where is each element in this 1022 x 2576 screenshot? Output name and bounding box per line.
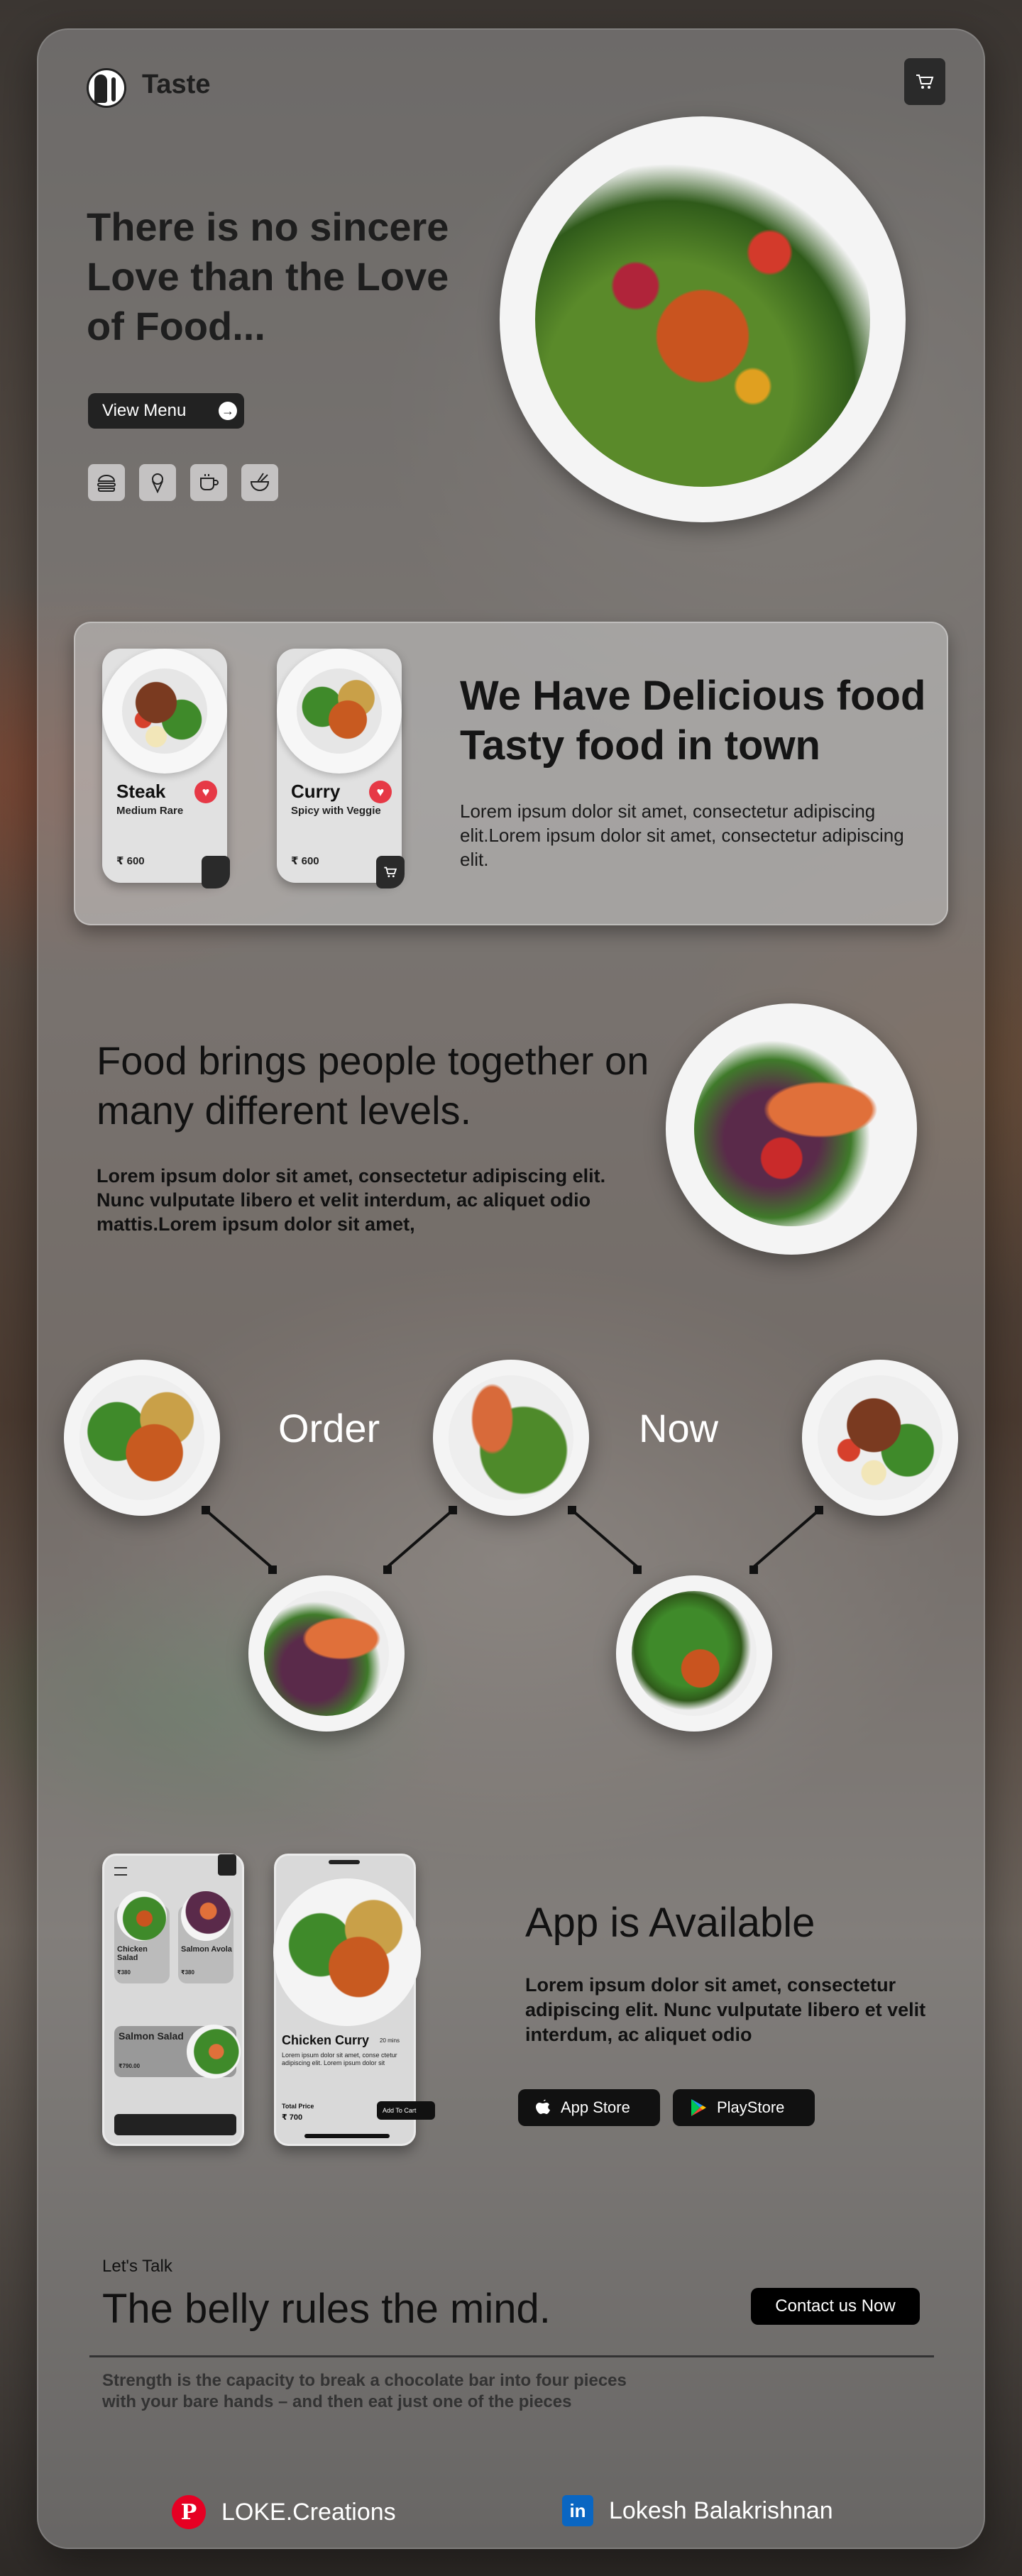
together-title: Food brings people together on many diff… xyxy=(97,1038,649,1133)
phone-add-to-cart-button: Add To Cart xyxy=(377,2101,435,2120)
pinterest-icon: P xyxy=(172,2495,206,2529)
phone-detail-desc: Lorem ipsum dolor sit amet, conse ctetur… xyxy=(282,2052,397,2066)
linkedin-handle: Lokesh Balakrishnan xyxy=(609,2497,833,2524)
phone-item-card: Salmon Avola ₹380 xyxy=(178,1891,233,1983)
salmon-plate-image xyxy=(666,1003,917,1255)
card-corner-tab[interactable] xyxy=(202,856,230,888)
logo-icon[interactable] xyxy=(87,68,126,108)
hero-title: There is no sincere Love than the Love o… xyxy=(87,204,449,348)
phone-featured-card: Salmon Salad ₹790.00 xyxy=(114,2025,241,2079)
talk-body: Strength is the capacity to break a choc… xyxy=(102,2371,627,2411)
phone-detail-time: 20 mins xyxy=(380,2037,400,2044)
steak-plate-image xyxy=(102,649,227,774)
cart-icon xyxy=(218,1854,236,1876)
play-store-icon xyxy=(691,2099,706,2116)
divider xyxy=(89,2355,934,2357)
ice-cream-icon xyxy=(152,473,163,493)
phone-item-card: Chicken Salad ₹380 xyxy=(114,1891,170,1983)
salmon-salad-plate-image xyxy=(500,116,906,522)
app-store-button[interactable]: App Store xyxy=(518,2089,660,2126)
brand-name: Taste xyxy=(142,70,211,99)
add-to-cart-button[interactable] xyxy=(376,856,405,888)
category-noodles-button[interactable] xyxy=(241,464,278,501)
connector-dot xyxy=(383,1565,392,1574)
app-store-label: App Store xyxy=(561,2098,630,2116)
noodles-icon xyxy=(250,473,270,491)
pinterest-link[interactable]: P LOKE.Creations xyxy=(172,2495,396,2529)
order-plate-salmon[interactable] xyxy=(248,1575,405,1732)
cart-icon xyxy=(384,866,397,878)
contact-us-button[interactable]: Contact us Now xyxy=(751,2288,920,2325)
card-price: ₹ 600 xyxy=(116,855,145,867)
connector-line xyxy=(385,1509,454,1569)
card-subtitle: Medium Rare xyxy=(116,805,184,817)
card-title: Steak xyxy=(116,781,166,802)
delicious-title: We Have Delicious food Tasty food in tow… xyxy=(460,673,926,769)
linkedin-icon: in xyxy=(562,2495,593,2526)
pinterest-handle: LOKE.Creations xyxy=(221,2498,396,2526)
phone-item-name: Salmon Avola xyxy=(181,1945,232,1954)
app-body: Lorem ipsum dolor sit amet, consectetur … xyxy=(525,1974,926,2045)
connector-line xyxy=(752,1509,820,1569)
order-plate-salad[interactable] xyxy=(616,1575,772,1732)
arrow-right-icon: → xyxy=(219,402,237,420)
linkedin-link[interactable]: in Lokesh Balakrishnan xyxy=(562,2495,833,2526)
connector-dot xyxy=(749,1565,758,1574)
phone-featured-price: ₹790.00 xyxy=(119,2063,141,2069)
phone-item-name: Chicken Salad xyxy=(117,1945,148,1962)
curry-plate-image xyxy=(277,649,402,774)
order-plate-steak[interactable] xyxy=(802,1360,958,1516)
favorite-heart-icon[interactable]: ♥ xyxy=(194,781,217,803)
card-price: ₹ 600 xyxy=(291,855,319,867)
order-word: Order xyxy=(278,1406,380,1451)
steak-card[interactable]: Steak Medium Rare ₹ 600 ♥ xyxy=(102,649,230,888)
phone-bottom-nav xyxy=(114,2114,236,2135)
play-store-label: PlayStore xyxy=(717,2098,785,2116)
connector-line xyxy=(571,1509,639,1569)
coffee-icon xyxy=(200,474,219,490)
phone-item-price: ₹380 xyxy=(181,1969,194,1976)
curry-card[interactable]: Curry Spicy with Veggie ₹ 600 ♥ xyxy=(277,649,405,888)
order-plate-curry[interactable] xyxy=(64,1360,220,1516)
burger-icon xyxy=(97,475,116,492)
lets-talk-label: Let's Talk xyxy=(102,2257,172,2276)
category-burger-button[interactable] xyxy=(88,464,125,501)
apple-icon xyxy=(536,2099,550,2114)
view-menu-button[interactable]: View Menu → xyxy=(88,393,244,429)
cart-button[interactable] xyxy=(904,58,945,105)
connector-line xyxy=(204,1509,275,1570)
play-store-button[interactable]: PlayStore xyxy=(673,2089,815,2126)
connector-dot xyxy=(268,1565,277,1574)
phone-detail-title: Chicken Curry xyxy=(282,2033,370,2047)
connector-dot xyxy=(633,1565,642,1574)
category-coffee-button[interactable] xyxy=(190,464,227,501)
phone-item-price: ₹380 xyxy=(117,1969,131,1976)
phone-mockup-detail: Chicken Curry 20 mins Lorem ipsum dolor … xyxy=(273,1854,435,2146)
view-menu-label: View Menu xyxy=(102,401,187,420)
page-frame: Taste There is no sincere Love than the … xyxy=(37,28,985,2549)
card-title: Curry xyxy=(291,781,341,802)
cart-icon xyxy=(916,75,934,89)
card-subtitle: Spicy with Veggie xyxy=(291,805,381,817)
talk-title: The belly rules the mind. xyxy=(102,2286,551,2332)
hamburger-icon xyxy=(114,1867,127,1876)
category-ice-cream-button[interactable] xyxy=(139,464,176,501)
phone-featured-name: Salmon Salad xyxy=(119,2030,184,2042)
app-title: App is Available xyxy=(525,1900,815,1946)
order-plate-asparagus[interactable] xyxy=(433,1360,589,1516)
now-word: Now xyxy=(639,1406,719,1451)
phone-detail-image xyxy=(273,1878,421,2026)
phone-mockup-menu: Chicken Salad ₹380 Salmon Avola ₹380 Sal… xyxy=(102,1854,244,2146)
delicious-body: Lorem ipsum dolor sit amet, consectetur … xyxy=(460,800,904,870)
favorite-heart-icon[interactable]: ♥ xyxy=(369,781,392,803)
phone-total-price: ₹ 700 xyxy=(282,2113,303,2122)
phone-total-label: Total Price xyxy=(282,2103,314,2110)
together-body: Lorem ipsum dolor sit amet, consectetur … xyxy=(97,1165,606,1235)
